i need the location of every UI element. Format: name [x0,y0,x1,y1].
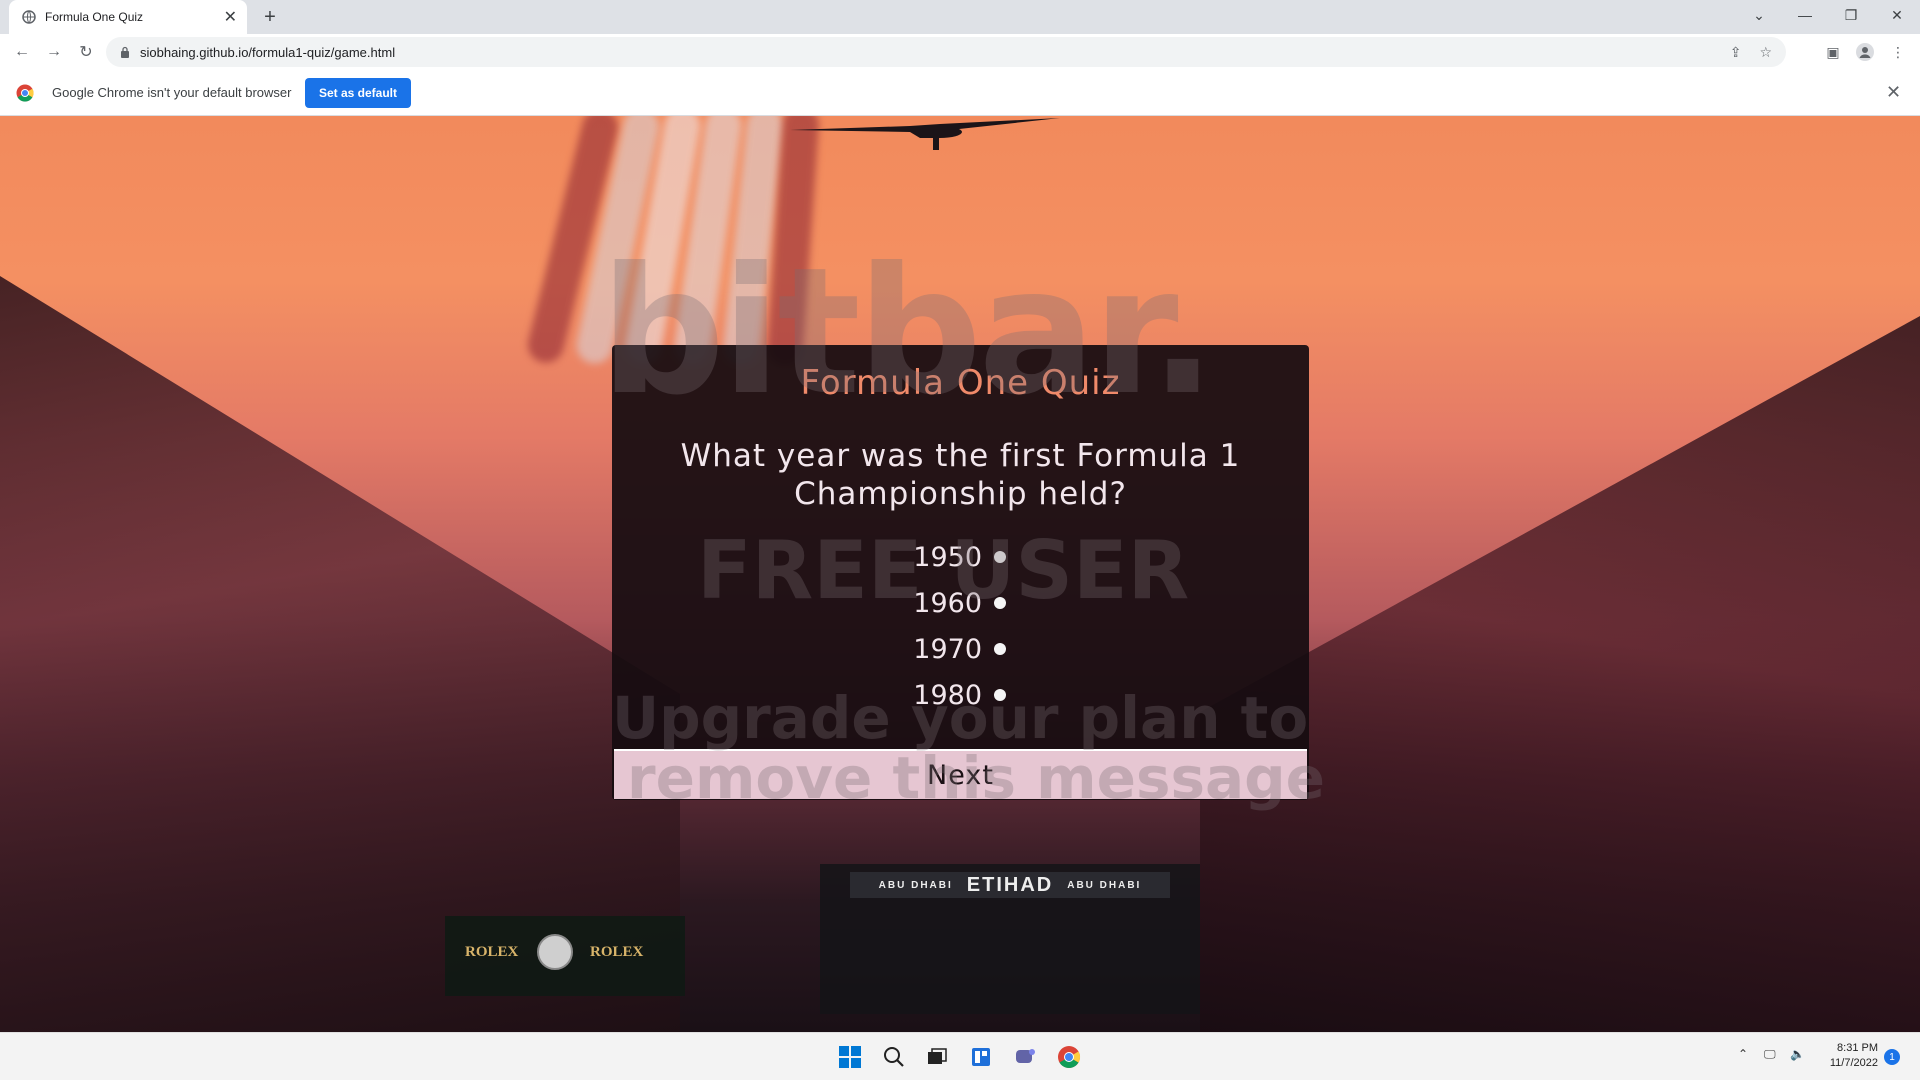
bookmark-star-icon[interactable]: ☆ [1759,44,1772,61]
menu-kebab-icon[interactable]: ⋮ [1888,42,1908,62]
browser-toolbar: ← → ↻ siobhaing.github.io/formula1-quiz/… [0,34,1920,70]
network-icon[interactable]: 🖵 [1764,1047,1776,1062]
answer-label: 1950 [913,541,982,573]
side-panel-icon[interactable]: ▣ [1823,42,1843,62]
answer-radio[interactable] [994,689,1006,701]
quiz-title: Formula One Quiz [800,363,1121,403]
answer-radio[interactable] [994,643,1006,655]
answer-radio[interactable] [994,551,1006,563]
close-infobar-icon[interactable]: ✕ [1886,82,1901,103]
share-icon[interactable]: ⇪ [1730,44,1742,61]
forward-icon[interactable]: → [42,40,66,64]
gate-right-text: ABU DHABI [1067,879,1142,891]
widgets-icon[interactable] [967,1043,995,1071]
answer-label: 1960 [913,587,982,619]
lock-icon [121,46,129,58]
rolex-board: ROLEX ROLEX [445,916,685,996]
default-browser-infobar: Google Chrome isn't your default browser… [0,70,1920,116]
volume-icon[interactable]: 🔈 [1790,1047,1805,1061]
airplane-image [790,118,1060,150]
start-menu-icon[interactable] [836,1043,864,1071]
etihad-sign: ABU DHABI ETIHAD ABU DHABI [850,872,1170,898]
next-button[interactable]: Next [614,749,1307,799]
profile-avatar-icon[interactable] [1855,42,1875,62]
system-clock[interactable]: 8:31 PM 11/7/2022 [1818,1041,1878,1071]
tab-title: Formula One Quiz [45,10,144,24]
restore-button[interactable]: ❐ [1828,0,1874,30]
clock-date: 11/7/2022 [1829,1057,1878,1069]
close-tab-icon[interactable]: ✕ [224,7,237,27]
answer-option[interactable]: 1980 [912,675,1006,715]
globe-icon [21,9,37,25]
address-bar[interactable]: siobhaing.github.io/formula1-quiz/game.h… [106,37,1786,67]
task-view-icon[interactable] [923,1043,951,1071]
close-window-button[interactable]: ✕ [1874,0,1920,30]
answer-option[interactable]: 1970 [912,629,1006,669]
set-as-default-button[interactable]: Set as default [305,78,411,108]
url-text[interactable]: siobhaing.github.io/formula1-quiz/game.h… [140,45,1720,60]
etihad-gate: ABU DHABI ETIHAD ABU DHABI [820,864,1200,1014]
windows-taskbar: ⌃ 🖵 🔈 8:31 PM 11/7/2022 1 [0,1032,1920,1080]
infobar-message: Google Chrome isn't your default browser [52,85,292,100]
chrome-logo-icon [16,84,34,102]
rolex-right-text: ROLEX [590,944,644,960]
question-text: What year was the first Formula 1 Champi… [680,438,1241,512]
clock-time: 8:31 PM [1837,1042,1878,1054]
reload-icon[interactable]: ↻ [74,40,98,64]
answer-label: 1970 [913,633,982,665]
notification-badge[interactable]: 1 [1884,1049,1900,1065]
quiz-card: Formula One Quiz What year was the first… [612,345,1309,800]
search-icon[interactable] [880,1043,908,1071]
tray-overflow-icon[interactable]: ⌃ [1738,1047,1748,1061]
clock-icon [537,934,573,970]
answer-option[interactable]: 1950 [912,537,1006,577]
tab-formula-one-quiz[interactable]: Formula One Quiz ✕ [9,0,247,34]
gate-sign-text: ETIHAD [966,873,1054,896]
chrome-taskbar-icon[interactable] [1055,1043,1083,1071]
rolex-left-text: ROLEX [465,944,519,960]
teams-chat-icon[interactable] [1011,1043,1039,1071]
gate-left-text: ABU DHABI [878,879,953,891]
page-viewport: ROLEX ROLEX ABU DHABI ETIHAD ABU DHABI F… [0,116,1920,1032]
back-icon[interactable]: ← [10,40,34,64]
answer-label: 1980 [913,679,982,711]
answer-option[interactable]: 1960 [912,583,1006,623]
tab-strip: Formula One Quiz ✕ + ⌄ — ❐ ✕ [0,0,1920,34]
tab-search-icon[interactable]: ⌄ [1736,0,1782,30]
minimize-button[interactable]: — [1782,0,1828,30]
new-tab-button[interactable]: + [258,5,282,29]
answer-radio[interactable] [994,597,1006,609]
